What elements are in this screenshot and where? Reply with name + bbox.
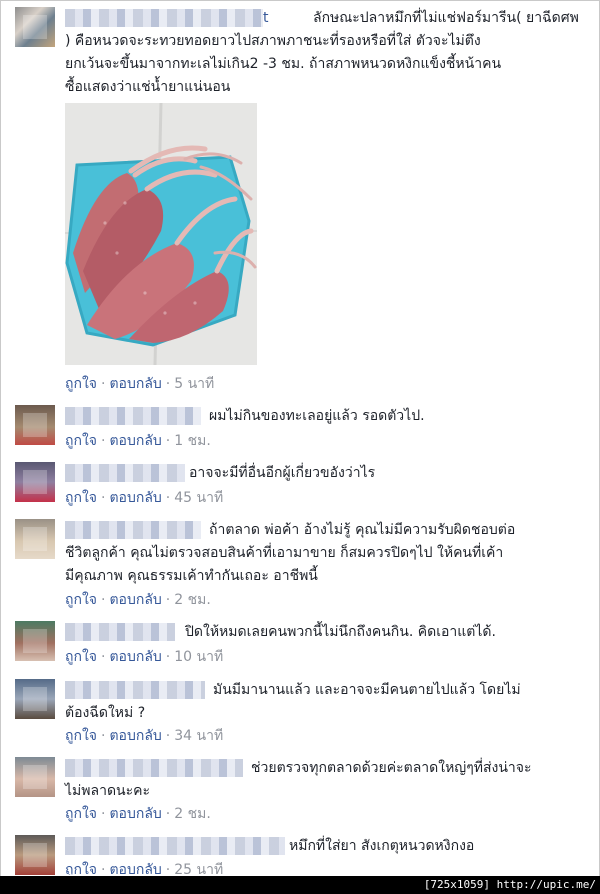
commenter-name[interactable] bbox=[65, 837, 285, 855]
avatar[interactable] bbox=[15, 405, 55, 445]
timestamp[interactable]: 5 นาที bbox=[174, 376, 214, 392]
comment-text: ผมไม่กินของทะเลอยู่แล้ว รอดตัวไป. bbox=[209, 408, 425, 424]
timestamp[interactable]: 2 ชม. bbox=[174, 806, 211, 822]
comment: หมึกที่ใส่ยา สังเกตุหนวดหงิกงอ ถูกใจ · ตอบ… bbox=[15, 835, 591, 875]
like-link[interactable]: ถูกใจ bbox=[65, 592, 97, 608]
comment-actions: ถูกใจ · ตอบกลับ · 5 นาที bbox=[65, 375, 214, 393]
separator: · bbox=[165, 376, 171, 392]
comment: ผมไม่กินของทะเลอยู่แล้ว รอดตัวไป. ถูกใจ ·… bbox=[15, 405, 591, 457]
like-link[interactable]: ถูกใจ bbox=[65, 806, 97, 822]
timestamp[interactable]: 45 นาที bbox=[174, 490, 223, 506]
separator: · bbox=[165, 490, 171, 506]
like-link[interactable]: ถูกใจ bbox=[65, 433, 97, 449]
comment: มันมีมานานแล้ว และอาจจะมีคนตายไปแล้ว โดย… bbox=[15, 679, 591, 747]
like-link[interactable]: ถูกใจ bbox=[65, 862, 97, 875]
comment-text: ปิดให้หมดเลยคนพวกนี้ไม่นึกถึงคนกิน. คิดเ… bbox=[185, 624, 496, 640]
timestamp[interactable]: 2 ชม. bbox=[174, 592, 211, 608]
separator: · bbox=[101, 649, 106, 665]
comment: ถ้าตลาด พ่อค้า อ้างไม่รู้ คุณไม่มีความรั… bbox=[15, 519, 591, 615]
comment-text: มันมีมานานแล้ว และอาจจะมีคนตายไปแล้ว โดย… bbox=[65, 682, 521, 721]
separator: · bbox=[165, 433, 171, 449]
separator: · bbox=[165, 728, 171, 744]
squid-photo[interactable] bbox=[65, 103, 257, 365]
timestamp[interactable]: 10 นาที bbox=[174, 649, 223, 665]
separator: · bbox=[101, 862, 106, 875]
comment-text: หมึกที่ใส่ยา สังเกตุหนวดหงิกงอ bbox=[289, 838, 475, 854]
comment-actions: ถูกใจ · ตอบกลับ · 2 ชม. bbox=[65, 591, 211, 609]
comment-text: อาจจะมีที่อื่นอีกผู้เกี่ยวขอังว่าไร bbox=[189, 465, 376, 481]
comment-text: ถ้าตลาด พ่อค้า อ้างไม่รู้ คุณไม่มีความรั… bbox=[65, 522, 516, 584]
avatar[interactable] bbox=[15, 835, 55, 875]
comment-text: ลักษณะปลาหมึกที่ไม่แช่ฟอร์มารีน( ยาฉีดศพ… bbox=[65, 10, 579, 95]
timestamp[interactable]: 25 นาที bbox=[174, 862, 223, 875]
reply-link[interactable]: ตอบกลับ bbox=[109, 649, 161, 665]
squid-image bbox=[65, 103, 257, 365]
comment: ช่วยตรวจทุกตลาดด้วยค่ะตลาดใหญ่ๆที่ส่งน่า… bbox=[15, 757, 591, 825]
comment-actions: ถูกใจ · ตอบกลับ · 25 นาที bbox=[65, 861, 223, 875]
image-host-bar: [725x1059] http://upic.me/ bbox=[0, 876, 600, 894]
avatar[interactable] bbox=[15, 519, 55, 559]
separator: · bbox=[165, 862, 171, 875]
like-link[interactable]: ถูกใจ bbox=[65, 649, 97, 665]
reply-link[interactable]: ตอบกลับ bbox=[109, 376, 161, 392]
reply-link[interactable]: ตอบกลับ bbox=[109, 862, 161, 875]
like-link[interactable]: ถูกใจ bbox=[65, 376, 97, 392]
avatar[interactable] bbox=[15, 7, 55, 47]
comment-actions: ถูกใจ · ตอบกลับ · 1 ชม. bbox=[65, 432, 211, 450]
reply-link[interactable]: ตอบกลับ bbox=[109, 433, 161, 449]
commenter-name[interactable] bbox=[65, 464, 185, 482]
comment: ปิดให้หมดเลยคนพวกนี้ไม่นึกถึงคนกิน. คิดเ… bbox=[15, 621, 591, 673]
separator: · bbox=[165, 806, 171, 822]
avatar[interactable] bbox=[15, 757, 55, 797]
separator: · bbox=[165, 592, 171, 608]
comment: ลักษณะปลาหมึกที่ไม่แช่ฟอร์มารีน( ยาฉีดศพ… bbox=[15, 7, 591, 399]
separator: · bbox=[101, 728, 106, 744]
comment-actions: ถูกใจ · ตอบกลับ · 45 นาที bbox=[65, 489, 223, 507]
reply-link[interactable]: ตอบกลับ bbox=[109, 806, 161, 822]
separator: · bbox=[101, 376, 106, 392]
reply-link[interactable]: ตอบกลับ bbox=[109, 592, 161, 608]
like-link[interactable]: ถูกใจ bbox=[65, 490, 97, 506]
like-link[interactable]: ถูกใจ bbox=[65, 728, 97, 744]
commenter-name-suffix[interactable]: t bbox=[263, 7, 269, 30]
reply-link[interactable]: ตอบกลับ bbox=[109, 490, 161, 506]
commenter-name[interactable] bbox=[65, 407, 201, 425]
separator: · bbox=[101, 592, 106, 608]
reply-link[interactable]: ตอบกลับ bbox=[109, 728, 161, 744]
separator: · bbox=[101, 806, 106, 822]
separator: · bbox=[101, 490, 106, 506]
comment-actions: ถูกใจ · ตอบกลับ · 2 ชม. bbox=[65, 805, 211, 823]
comment-thread: ลักษณะปลาหมึกที่ไม่แช่ฟอร์มารีน( ยาฉีดศพ… bbox=[0, 0, 600, 878]
comment: อาจจะมีที่อื่นอีกผู้เกี่ยวขอังว่าไร ถูกใ… bbox=[15, 462, 591, 514]
timestamp[interactable]: 34 นาที bbox=[174, 728, 223, 744]
avatar[interactable] bbox=[15, 621, 55, 661]
comment-text: ช่วยตรวจทุกตลาดด้วยค่ะตลาดใหญ่ๆที่ส่งน่า… bbox=[65, 760, 532, 799]
commenter-name[interactable] bbox=[65, 623, 175, 641]
comment-actions: ถูกใจ · ตอบกลับ · 10 นาที bbox=[65, 648, 223, 666]
timestamp[interactable]: 1 ชม. bbox=[174, 433, 211, 449]
avatar[interactable] bbox=[15, 679, 55, 719]
comment-actions: ถูกใจ · ตอบกลับ · 34 นาที bbox=[65, 727, 223, 745]
image-host-label[interactable]: [725x1059] http://upic.me/ bbox=[424, 876, 596, 894]
separator: · bbox=[101, 433, 106, 449]
separator: · bbox=[165, 649, 171, 665]
avatar[interactable] bbox=[15, 462, 55, 502]
